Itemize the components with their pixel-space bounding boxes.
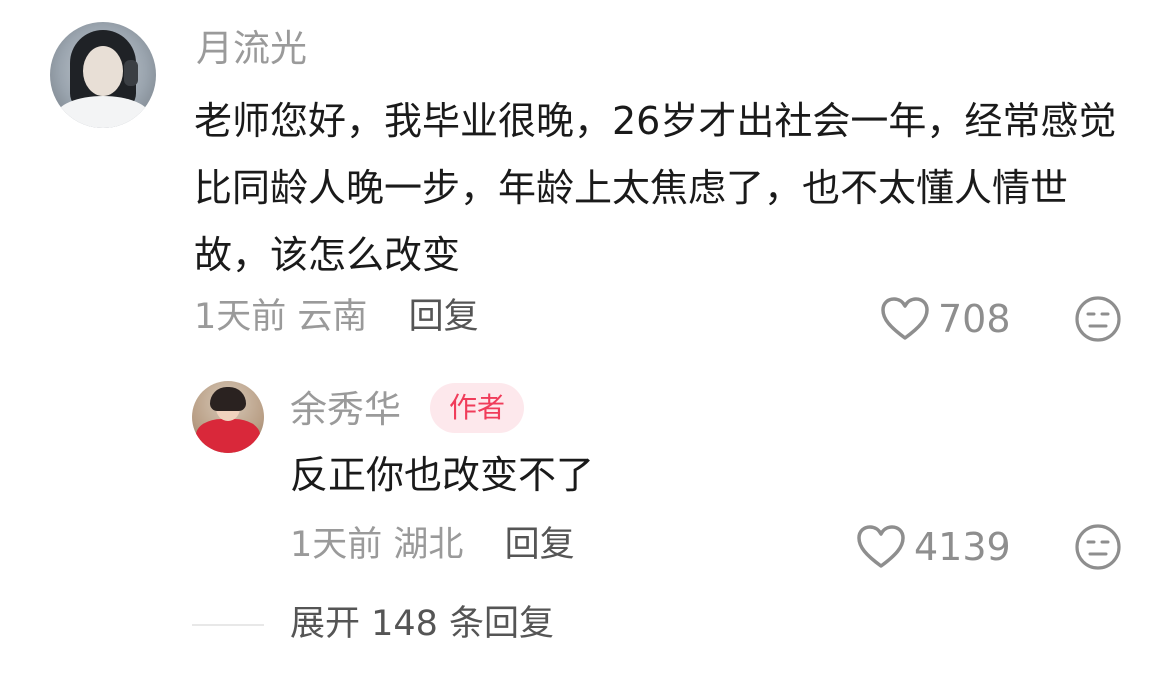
reply-location: 湖北 [393, 525, 464, 565]
comment-like-count: 708 [938, 297, 1011, 341]
comment-time: 1天前 [194, 297, 287, 337]
commenter-avatar[interactable] [50, 22, 156, 128]
comment-reply-button[interactable]: 回复 [409, 297, 479, 337]
author-badge: 作者 [430, 383, 524, 433]
comment-location: 云南 [297, 297, 368, 337]
reply-like-button[interactable]: 4139 [856, 524, 1011, 570]
expand-divider [192, 624, 264, 626]
comment-like-button[interactable]: 708 [880, 296, 1011, 342]
reply-like-count: 4139 [914, 525, 1011, 569]
heart-icon [857, 525, 905, 568]
expand-replies-button[interactable]: 展开 148 条回复 [290, 607, 554, 642]
reply-time: 1天前 [290, 525, 383, 565]
neutral-face-icon[interactable] [1074, 523, 1122, 571]
reply-reply-button[interactable]: 回复 [505, 525, 575, 565]
reply-meta: 1天前 湖北 回复 [290, 528, 575, 563]
comment-thread: 月流光 老师您好，我毕业很晚，26岁才出社会一年，经常感觉比同龄人晚一步，年龄上… [0, 0, 1170, 692]
author-username[interactable]: 余秀华 [290, 391, 401, 428]
comment-text: 老师您好，我毕业很晚，26岁才出社会一年，经常感觉比同龄人晚一步，年龄上太焦虑了… [194, 99, 1117, 277]
commenter-username[interactable]: 月流光 [196, 30, 307, 67]
neutral-face-icon[interactable] [1074, 295, 1122, 343]
comment-meta: 1天前 云南 回复 [194, 300, 479, 335]
heart-icon [881, 297, 929, 340]
author-avatar[interactable] [192, 381, 264, 453]
reply-text: 反正你也改变不了 [290, 453, 595, 497]
